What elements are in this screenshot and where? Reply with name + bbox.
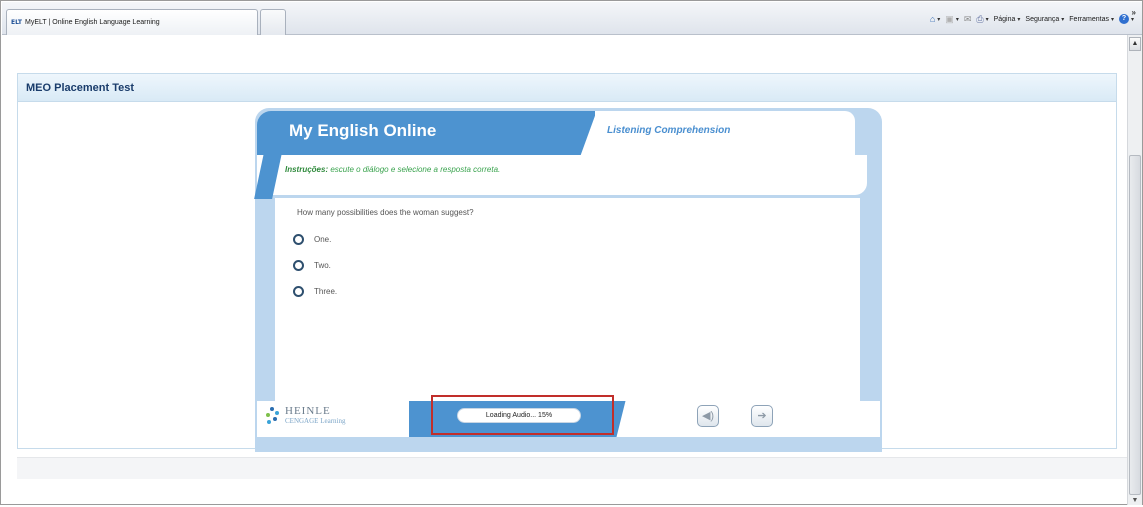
- browser-tab[interactable]: ELT MyELT | Online English Language Lear…: [6, 9, 258, 35]
- option-label: Two.: [314, 261, 331, 270]
- next-button[interactable]: ➔: [751, 405, 773, 427]
- feeds-button[interactable]: ▣ ▾: [945, 13, 959, 24]
- chevron-down-icon: ▾: [937, 16, 941, 23]
- tools-menu-label: Ferramentas: [1069, 15, 1109, 23]
- print-button[interactable]: ⎙ ▾: [976, 13, 989, 24]
- instructions-bar: [257, 155, 867, 195]
- question-text: How many possibilities does the woman su…: [297, 208, 474, 217]
- browser-toolbar: ELT MyELT | Online English Language Lear…: [2, 2, 1142, 35]
- option-label: One.: [314, 235, 332, 244]
- chevron-down-icon: ▾: [1017, 16, 1021, 23]
- player-bottom: [257, 437, 880, 452]
- section-title: Listening Comprehension: [607, 125, 731, 136]
- chevron-down-icon: ▾: [955, 16, 959, 23]
- instructions-label: Instruções:: [285, 165, 329, 174]
- read-mail-button[interactable]: ✉: [963, 13, 972, 24]
- publisher-name: HEINLE: [285, 405, 331, 417]
- publisher-logo: HEINLE CENGAGE Learning: [265, 406, 345, 426]
- tab-title: MyELT | Online English Language Learning: [25, 19, 160, 26]
- home-button[interactable]: ⌂ ▾: [929, 13, 941, 24]
- tools-menu[interactable]: Ferramentas ▾: [1069, 16, 1114, 23]
- speaker-icon: ◀): [701, 410, 715, 422]
- read-mail-icon: ✉: [963, 13, 972, 24]
- instructions: Instruções: escute o diálogo e selecione…: [285, 165, 500, 174]
- scroll-thumb[interactable]: [1129, 155, 1141, 495]
- question-area: How many possibilities does the woman su…: [275, 198, 860, 420]
- safety-menu-label: Segurança: [1025, 15, 1060, 23]
- brand-title: My English Online: [289, 121, 437, 140]
- panel-title: MEO Placement Test: [18, 74, 1116, 102]
- home-icon: ⌂: [929, 13, 936, 24]
- scroll-down-arrow-icon[interactable]: ▼: [1129, 497, 1141, 507]
- answer-option-one[interactable]: One.: [293, 234, 331, 245]
- chevron-down-icon: ▾: [1110, 16, 1114, 23]
- page-menu[interactable]: Página ▾: [994, 16, 1021, 23]
- answer-option-three[interactable]: Three.: [293, 286, 337, 297]
- publisher-subtitle: CENGAGE Learning: [285, 417, 346, 425]
- audio-button[interactable]: ◀): [697, 405, 719, 427]
- browser-window: ELT MyELT | Online English Language Lear…: [0, 0, 1143, 505]
- instructions-text: escute o diálogo e selecione a resposta …: [330, 165, 501, 174]
- print-icon: ⎙: [976, 13, 984, 24]
- chevron-down-icon: ▾: [985, 16, 989, 23]
- answer-option-two[interactable]: Two.: [293, 260, 331, 271]
- scroll-up-arrow-icon[interactable]: ▲: [1129, 37, 1141, 51]
- chevron-down-icon: ▾: [1061, 16, 1065, 23]
- test-player: My English Online Listening Comprehensio…: [254, 108, 882, 452]
- radio-button[interactable]: [293, 260, 304, 271]
- page-bottom-strip: [17, 457, 1127, 479]
- page-menu-label: Página: [993, 15, 1016, 23]
- command-bar: ⌂ ▾ ▣ ▾ ✉ ⎙ ▾ Página ▾ Segurança ▾ Ferramenta…: [930, 14, 1134, 24]
- more-commands-icon[interactable]: »: [1132, 8, 1136, 17]
- site-favicon-icon: ELT: [11, 19, 23, 26]
- new-tab-button[interactable]: [260, 9, 286, 35]
- radio-button[interactable]: [293, 286, 304, 297]
- publisher-mark-icon: [265, 407, 281, 425]
- option-label: Three.: [314, 287, 338, 296]
- loading-audio-indicator: Loading Audio... 15%: [457, 408, 581, 423]
- vertical-scrollbar[interactable]: ▲ ▼: [1127, 35, 1142, 505]
- feed-icon: ▣: [945, 13, 954, 24]
- safety-menu[interactable]: Segurança ▾: [1025, 16, 1064, 23]
- arrow-right-icon: ➔: [757, 410, 767, 422]
- radio-button[interactable]: [293, 234, 304, 245]
- help-icon: ?: [1118, 14, 1129, 24]
- player-footer: HEINLE CENGAGE Learning Loading Audio...…: [257, 395, 880, 437]
